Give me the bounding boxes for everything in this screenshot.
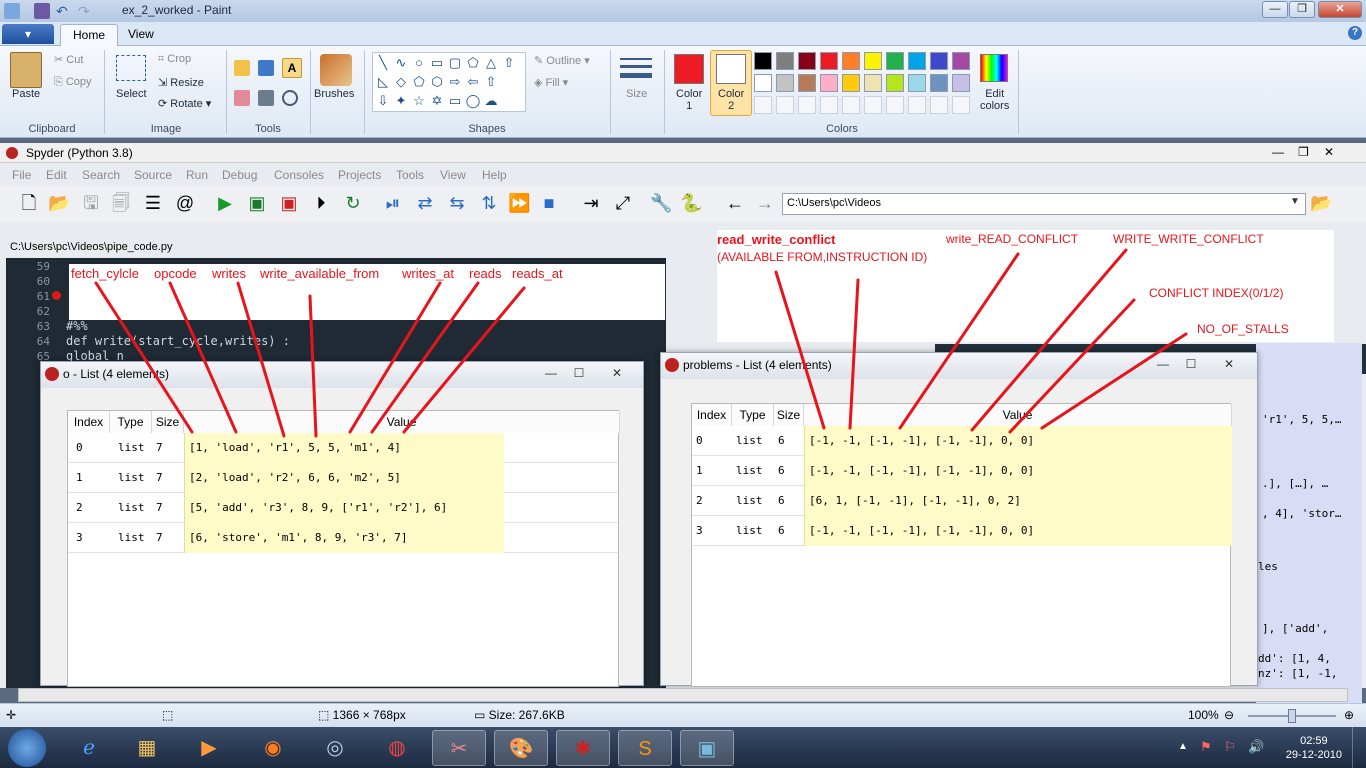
selection-size-icon: ⬚ (162, 708, 174, 722)
media-player-icon[interactable]: ▶ (182, 730, 236, 766)
paint-status-bar: ✛ ⬚ ⬚ 1366 × 768px ▭ Size: 267.6KB 100% … (0, 703, 1366, 727)
chrome-icon[interactable]: ◍ (370, 730, 424, 766)
internet-explorer-icon[interactable]: ℯ (62, 730, 116, 766)
cursor-position-icon: ✛ (6, 708, 17, 722)
image-dimensions: ⬚ 1366 × 768px (318, 708, 406, 722)
zoom-slider-thumb[interactable] (1288, 709, 1296, 723)
annotation-arrows (94, 248, 1188, 438)
volume-icon[interactable]: 🔊 (1248, 739, 1264, 755)
zoom-out-icon[interactable]: ⊖ (1224, 708, 1234, 722)
clock-date: 29-12-2010 (1285, 749, 1342, 761)
zoom-in-icon[interactable]: ⊕ (1344, 708, 1354, 722)
action-center-icon[interactable]: ⚐ (1224, 739, 1236, 755)
arrow-write-write-conflict (970, 248, 1128, 432)
zoom-level: 100% (1188, 708, 1219, 722)
arrow-rwc-instruction-id (848, 278, 860, 430)
start-button[interactable] (8, 729, 46, 767)
clock-time: 02:59 (1300, 735, 1328, 747)
windows-taskbar: ℯ ▦ ▶ ◉ ◎ ◍ ✂ 🎨 ✱ S ▣ ▲ ⚑ ⚐ 🔊 02:59 29-1… (0, 727, 1366, 768)
show-desktop-button[interactable] (1352, 727, 1366, 768)
firefox-icon[interactable]: ◉ (246, 730, 300, 766)
arrow-write-available-from (308, 294, 318, 438)
show-hidden-icons-icon[interactable]: ▲ (1178, 741, 1188, 752)
spyder-taskbar-icon[interactable]: ✱ (556, 730, 610, 766)
arrow-opcode (168, 281, 238, 434)
media-center-icon[interactable]: ◎ (308, 730, 362, 766)
arrow-fetch-cycle (94, 281, 194, 434)
sublime-text-icon[interactable]: S (618, 730, 672, 766)
network-icon[interactable]: ⚑ (1200, 739, 1212, 755)
arrow-no-of-stalls (1040, 332, 1188, 430)
horizontal-scrollbar[interactable] (18, 688, 1348, 702)
taskbar-clock[interactable]: 02:59 29-12-2010 (1286, 734, 1342, 762)
explorer-folder-icon[interactable]: ▦ (120, 730, 174, 766)
snipping-tool-icon[interactable]: ✂ (432, 730, 486, 766)
file-size: ▭ Size: 267.6KB (474, 708, 565, 722)
photo-viewer-icon[interactable]: ▣ (680, 730, 734, 766)
arrow-read-write-conflict (774, 270, 826, 430)
image-dimensions-text: 1366 × 768px (332, 708, 406, 722)
arrow-write-read-conflict (898, 252, 1020, 430)
file-size-text: Size: 267.6KB (488, 708, 565, 722)
paint-taskbar-icon[interactable]: 🎨 (494, 730, 548, 766)
arrow-writes (236, 281, 286, 438)
